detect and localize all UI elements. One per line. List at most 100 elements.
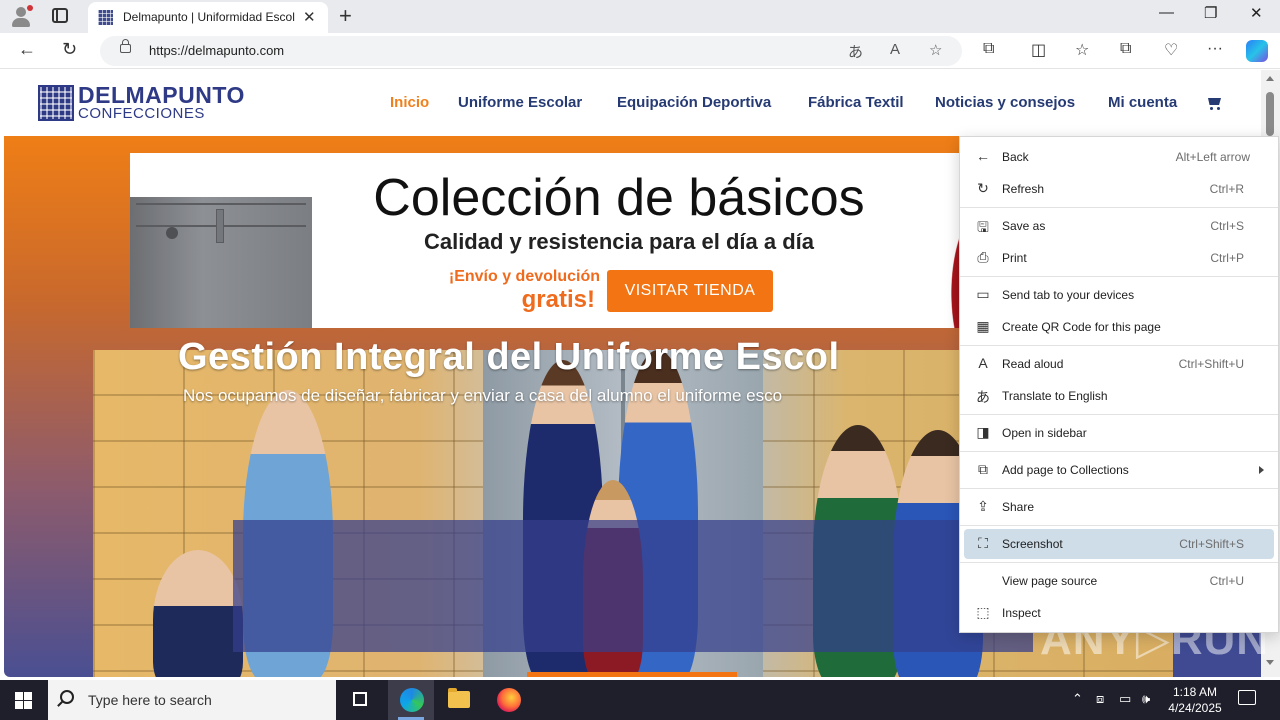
network-icon[interactable]: ▭ (1119, 691, 1131, 707)
trousers-image (130, 197, 312, 328)
screenshot-icon: ⛶ (978, 535, 988, 551)
file-explorer-icon (448, 688, 470, 708)
read-aloud-icon: A (978, 355, 988, 371)
save-icon: 🖫 (977, 219, 989, 235)
translate-icon[interactable]: あ (848, 41, 863, 62)
minimize-icon[interactable]: — (1159, 4, 1174, 21)
settings-more-icon[interactable]: ··· (1207, 40, 1223, 58)
split-screen-icon[interactable]: ◫ (1031, 40, 1046, 60)
qr-code-icon: ▦ (976, 318, 990, 334)
hero-title: Gestión Integral del Uniforme Escol (178, 336, 840, 378)
tab-title: Delmapunto | Uniformidad Escol (123, 10, 295, 24)
extensions-icon[interactable]: ⧉ (983, 40, 994, 58)
menu-item-send-tab[interactable]: ▭ Send tab to your devices (964, 280, 1274, 310)
taskbar-firefox[interactable] (485, 680, 531, 720)
firefox-icon (497, 688, 521, 712)
clock-time: 1:18 AM (1172, 685, 1218, 699)
task-view-icon (353, 692, 367, 706)
read-aloud-icon[interactable]: A (890, 41, 900, 58)
browser-tab-active[interactable]: Delmapunto | Uniformidad Escol ✕ (88, 2, 328, 33)
menu-item-translate[interactable]: あ Translate to English (964, 381, 1274, 411)
favorite-star-icon[interactable]: ☆ (929, 41, 942, 59)
menu-item-screenshot[interactable]: ⛶ Screenshot Ctrl+Shift+S (964, 529, 1274, 559)
refresh-icon[interactable]: ↻ (62, 39, 77, 60)
menu-item-inspect[interactable]: ⬚ Inspect (964, 598, 1274, 628)
volume-icon[interactable]: 🕪 (1142, 691, 1150, 707)
print-icon: ⎙ (977, 249, 989, 265)
copilot-icon[interactable] (1246, 40, 1268, 62)
collections-icon: ⧉ (978, 461, 988, 477)
address-bar[interactable]: https://delmapunto.com あ A ☆ (100, 36, 962, 66)
menu-item-qr-code[interactable]: ▦ Create QR Code for this page (964, 312, 1274, 342)
banner-subtitle: Calidad y resistencia para el día a día (423, 229, 815, 254)
menu-item-open-sidebar[interactable]: ◨ Open in sidebar (964, 418, 1274, 448)
back-arrow-icon: ← (976, 148, 990, 164)
taskbar-search-placeholder: Type here to search (88, 692, 212, 708)
notifications-icon[interactable] (1238, 690, 1256, 705)
taskbar-search-box[interactable]: Type here to search (48, 680, 336, 720)
tray-device-icon[interactable]: ⧈ (1096, 691, 1104, 707)
menu-item-add-collections[interactable]: ⧉ Add page to Collections (964, 455, 1274, 485)
taskbar-edge[interactable] (388, 680, 434, 720)
menu-item-save-as[interactable]: 🖫 Save as Ctrl+S (964, 211, 1274, 241)
nav-noticias[interactable]: Noticias y consejos (935, 94, 1075, 111)
banner-promo-line1: ¡Envío y devolución (448, 268, 600, 285)
visitar-tienda-button[interactable]: VISITAR TIENDA (607, 270, 773, 312)
nav-fabrica-textil[interactable]: Fábrica Textil (808, 94, 904, 111)
lock-icon[interactable] (120, 39, 131, 53)
logo-subtitle[interactable]: CONFECCIONES (78, 105, 205, 122)
profile-icon[interactable] (10, 5, 33, 27)
browser-essentials-icon[interactable]: ♡ (1164, 40, 1178, 60)
menu-item-print[interactable]: ⎙ Print Ctrl+P (964, 243, 1274, 273)
task-view-button[interactable] (337, 680, 383, 720)
promo-banner[interactable]: Colección de básicos Calidad y resistenc… (130, 153, 970, 328)
hero-caption-box (233, 520, 1033, 652)
tray-chevron-icon[interactable]: ⌃ (1072, 691, 1083, 707)
windows-taskbar: Type here to search ⌃ ⧈ ▭ 🕪 1:18 AM 4/24… (0, 680, 1280, 720)
tab-actions-icon[interactable] (52, 8, 68, 23)
banner-title: Colección de básicos (373, 169, 865, 227)
hero-accent-bar (527, 672, 737, 677)
restore-icon[interactable]: ❐ (1204, 4, 1217, 22)
windows-start-icon[interactable] (15, 692, 32, 709)
nav-inicio[interactable]: Inicio (390, 94, 429, 111)
translate-icon: あ (976, 389, 990, 405)
collections-icon[interactable]: ⧉ (1120, 40, 1131, 58)
menu-item-view-source[interactable]: View page source Ctrl+U (964, 566, 1274, 596)
logo-mark-icon[interactable] (38, 85, 74, 121)
nav-equipacion-deportiva[interactable]: Equipación Deportiva (617, 94, 771, 111)
cart-icon[interactable] (1206, 96, 1222, 110)
sidebar-icon: ◨ (976, 424, 990, 440)
refresh-icon: ↻ (977, 180, 989, 196)
back-icon[interactable]: ← (18, 39, 36, 60)
banner-promo-line2: gratis! (521, 286, 595, 313)
browser-title-bar: Delmapunto | Uniformidad Escol ✕ + — ❐ ✕ (0, 0, 1280, 33)
new-tab-icon[interactable]: + (339, 3, 352, 29)
share-icon: ⇪ (977, 498, 989, 514)
submenu-arrow-icon (1259, 466, 1264, 474)
taskbar-clock[interactable]: 1:18 AM 4/24/2025 (1160, 684, 1230, 716)
address-toolbar: ← ↻ https://delmapunto.com あ A ☆ ⧉ ◫ ☆ ⧉… (0, 33, 1280, 69)
menu-item-back[interactable]: ← Back Alt+Left arrow (964, 142, 1274, 172)
search-icon (60, 690, 74, 704)
edge-icon (400, 688, 424, 712)
context-menu: ← Back Alt+Left arrow ↻ Refresh Ctrl+R 🖫… (959, 136, 1279, 633)
menu-item-refresh[interactable]: ↻ Refresh Ctrl+R (964, 174, 1274, 204)
nav-mi-cuenta[interactable]: Mi cuenta (1108, 94, 1177, 111)
url-text[interactable]: https://delmapunto.com (149, 43, 284, 58)
tab-close-icon[interactable]: ✕ (303, 8, 316, 26)
taskbar-file-explorer[interactable] (436, 680, 482, 720)
site-header: DELMAPUNTO CONFECCIONES Inicio Uniforme … (4, 70, 1261, 136)
inspect-icon: ⬚ (976, 604, 990, 620)
site-favicon-icon (98, 10, 113, 25)
menu-item-share[interactable]: ⇪ Share (964, 492, 1274, 522)
hero-subtitle: Nos ocupamos de diseñar, fabricar y envi… (183, 386, 783, 405)
scroll-thumb[interactable] (1266, 92, 1274, 136)
devices-icon: ▭ (976, 286, 990, 302)
favorites-icon[interactable]: ☆ (1075, 40, 1089, 60)
menu-item-read-aloud[interactable]: A Read aloud Ctrl+Shift+U (964, 349, 1274, 379)
scroll-up-icon[interactable] (1266, 76, 1274, 81)
nav-uniforme-escolar[interactable]: Uniforme Escolar (458, 94, 582, 111)
clock-date: 4/24/2025 (1168, 701, 1222, 715)
close-window-icon[interactable]: ✕ (1250, 4, 1263, 22)
